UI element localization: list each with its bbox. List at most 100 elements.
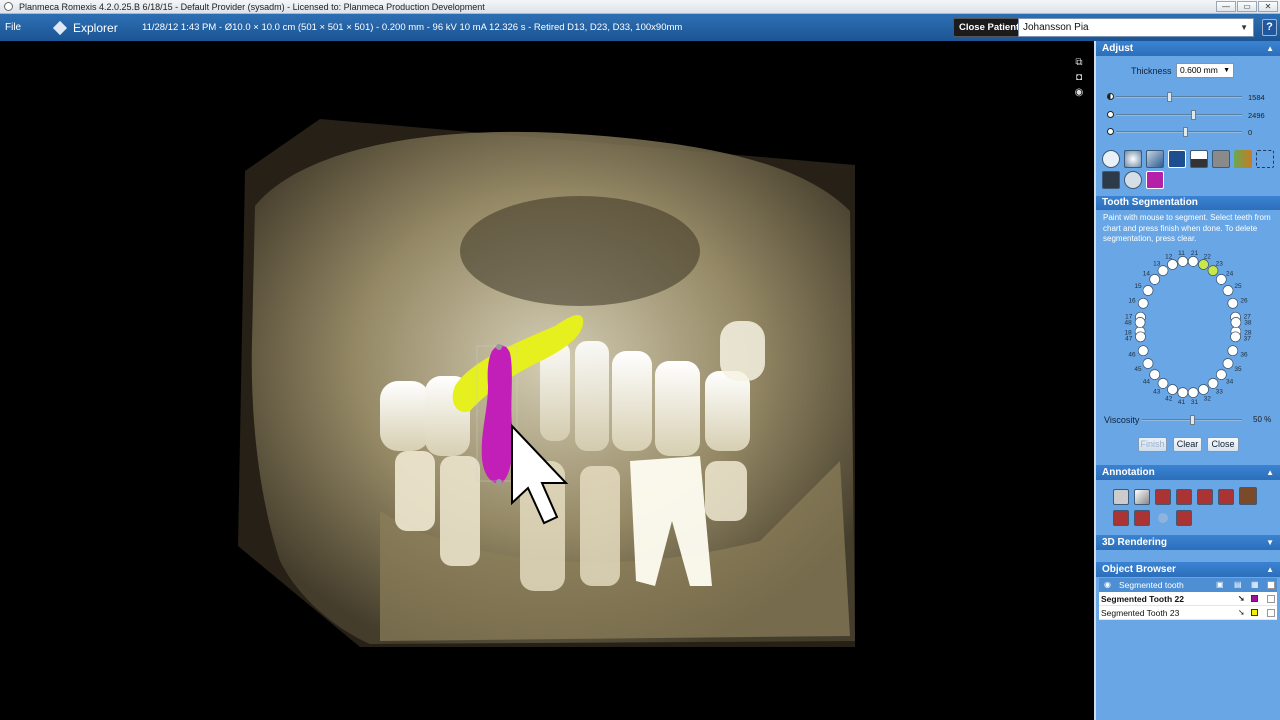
opacity-slider-thumb[interactable] (1182, 127, 1188, 137)
tooth-37[interactable] (1230, 330, 1241, 342)
cbct-render[interactable] (0, 41, 1094, 720)
lock-icon[interactable]: ▣ (1216, 578, 1224, 592)
tooth-38[interactable] (1230, 316, 1242, 328)
thickness-dropdown[interactable]: 0.600 mm ▼ (1176, 63, 1234, 78)
tooth-segmentation-icon[interactable] (1146, 171, 1164, 189)
rotate-icon[interactable]: ◉ (1073, 87, 1085, 98)
restore-view-icon[interactable]: ⧉ (1073, 57, 1085, 68)
tooth-35[interactable] (1222, 357, 1234, 369)
implant-icon[interactable] (1239, 486, 1257, 505)
rectangle-icon[interactable] (1155, 488, 1171, 505)
trash-icon[interactable]: ▤ (1234, 578, 1242, 592)
contrast-slider-thumb[interactable] (1191, 110, 1197, 120)
tooth-32[interactable] (1198, 383, 1209, 395)
rotate-tool-icon[interactable] (1124, 150, 1142, 168)
expand-icon[interactable]: ▼ (1266, 535, 1274, 550)
tooth-26[interactable] (1227, 297, 1239, 309)
tooth-31[interactable] (1187, 386, 1199, 398)
camera-icon[interactable]: ◘ (1073, 72, 1085, 83)
tooth-33[interactable] (1207, 377, 1219, 389)
tooth-43[interactable] (1157, 377, 1169, 389)
close-window-button[interactable]: ✕ (1258, 1, 1278, 12)
eye-icon[interactable]: ◉ (1104, 578, 1111, 592)
group-checkbox[interactable] (1267, 580, 1275, 589)
tooth-24[interactable] (1215, 273, 1227, 285)
color-swatch[interactable] (1251, 594, 1258, 602)
contrast-slider[interactable] (1116, 110, 1242, 120)
colormap-icon[interactable] (1234, 150, 1252, 168)
tooth-chart[interactable]: 1817161514131211 212223242526272848474645… (1096, 249, 1280, 409)
tooth-36[interactable] (1227, 344, 1239, 356)
nerve-canal-icon[interactable] (1134, 509, 1150, 526)
help-button[interactable]: ? (1262, 19, 1277, 36)
tooth-34[interactable] (1215, 368, 1227, 380)
tooth-16[interactable] (1137, 297, 1149, 309)
color-swatch[interactable] (1251, 608, 1258, 616)
visibility-icon[interactable]: ➘ (1238, 606, 1245, 620)
viscosity-slider[interactable] (1142, 414, 1242, 425)
object-group-row[interactable]: ◉ Segmented tooth ▣ ▤ ▦ (1099, 577, 1277, 592)
tooth-41[interactable] (1177, 386, 1189, 398)
file-menu[interactable]: File (5, 22, 47, 33)
explorer-button[interactable]: Explorer (47, 20, 142, 35)
selection-handle-bottom[interactable] (496, 479, 502, 485)
object-row-tooth-23[interactable]: Segmented Tooth 23 ➘ (1099, 605, 1277, 620)
viscosity-slider-thumb[interactable] (1189, 414, 1195, 425)
object-browser-title: Object Browser (1102, 563, 1176, 575)
adjust-header[interactable]: Adjust ▲ (1096, 41, 1280, 56)
tooth-25[interactable] (1222, 284, 1234, 296)
collapse-icon[interactable]: ▲ (1266, 465, 1274, 480)
freehand-icon[interactable] (1113, 509, 1129, 526)
brightness-slider-thumb[interactable] (1166, 92, 1172, 102)
collapse-icon[interactable]: ▲ (1266, 41, 1274, 56)
delete-annotation-icon[interactable] (1176, 509, 1192, 526)
zoom-icon[interactable] (1102, 150, 1120, 168)
visibility-icon[interactable]: ➘ (1238, 592, 1245, 606)
ellipse-icon[interactable] (1176, 488, 1192, 505)
finish-button[interactable]: Finish (1138, 436, 1167, 452)
grid-icon[interactable]: ▦ (1251, 578, 1259, 592)
brightness-slider[interactable] (1116, 92, 1242, 102)
object-checkbox[interactable] (1267, 608, 1275, 617)
close-patient-button[interactable]: Close Patient (953, 18, 1026, 37)
angle-icon[interactable] (1134, 488, 1150, 505)
tooth-46[interactable] (1137, 344, 1149, 356)
slice-tool-icon[interactable] (1168, 150, 1186, 168)
panoramic-icon[interactable] (1102, 171, 1120, 189)
clip-tool-icon[interactable] (1146, 150, 1164, 168)
tooth-21[interactable] (1187, 255, 1199, 267)
object-browser-header[interactable]: Object Browser ▲ (1096, 561, 1280, 577)
tooth-11[interactable] (1177, 255, 1189, 267)
selection-handle-top[interactable] (496, 344, 502, 350)
tooth-15[interactable] (1142, 284, 1154, 296)
arrow-icon[interactable] (1197, 488, 1213, 505)
point-icon[interactable] (1158, 512, 1168, 523)
ruler-icon[interactable] (1113, 488, 1129, 505)
window-level-icon[interactable] (1190, 150, 1208, 168)
tooth-48[interactable] (1134, 316, 1146, 328)
text-icon[interactable] (1218, 488, 1234, 505)
3d-rendering-header[interactable]: 3D Rendering ▼ (1096, 534, 1280, 550)
maximize-button[interactable]: ▭ (1237, 1, 1257, 12)
tooth-14[interactable] (1149, 273, 1161, 285)
object-checkbox[interactable] (1267, 594, 1275, 603)
opacity-slider[interactable] (1116, 127, 1242, 137)
tooth-42[interactable] (1167, 383, 1178, 395)
airway-icon[interactable] (1124, 171, 1142, 189)
object-row-tooth-22[interactable]: Segmented Tooth 22 ➘ (1099, 591, 1277, 606)
clear-button[interactable]: Clear (1173, 436, 1202, 452)
close-segmentation-button[interactable]: Close (1207, 436, 1239, 452)
patient-dropdown[interactable]: Johansson Pia ▼ (1018, 18, 1254, 37)
tooth-22[interactable] (1198, 258, 1209, 270)
3d-viewport[interactable]: ⧉ ◘ ◉ (0, 41, 1094, 720)
tooth-44[interactable] (1149, 368, 1161, 380)
minimize-button[interactable]: — (1216, 1, 1236, 12)
tooth-47[interactable] (1135, 330, 1146, 342)
crop-icon[interactable] (1256, 150, 1274, 168)
tooth-number-26: 26 (1240, 297, 1248, 304)
tooth-45[interactable] (1142, 357, 1154, 369)
collapse-icon[interactable]: ▲ (1266, 562, 1274, 577)
annotation-header[interactable]: Annotation ▲ (1096, 464, 1280, 480)
tooth-12[interactable] (1167, 258, 1178, 270)
layout-icon[interactable] (1212, 150, 1230, 168)
